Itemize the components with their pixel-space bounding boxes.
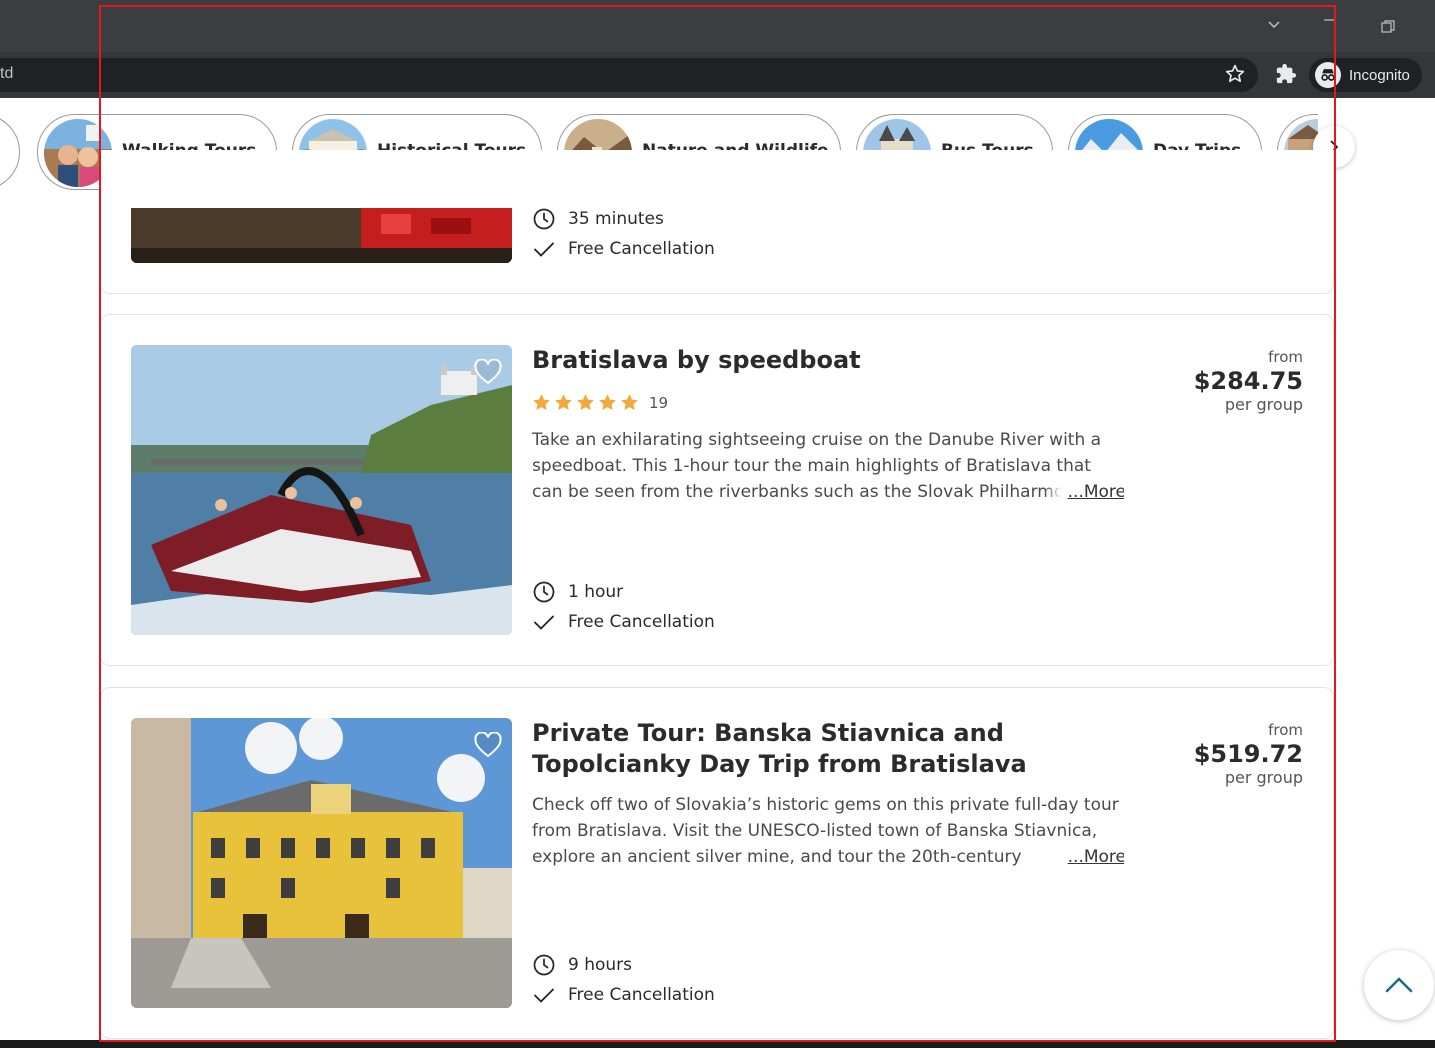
- star-rating-icon: [533, 394, 550, 411]
- clock-icon: [533, 581, 555, 603]
- price-from: from: [1268, 348, 1303, 366]
- browser-toolbar: td Incognito: [0, 52, 1435, 98]
- price-from: from: [1268, 721, 1303, 739]
- scroll-to-top-button[interactable]: [1364, 950, 1434, 1020]
- incognito-label: Incognito: [1349, 66, 1410, 84]
- price-unit: per group: [1224, 768, 1303, 787]
- heart-icon[interactable]: [474, 732, 502, 758]
- review-count[interactable]: 19: [649, 394, 668, 412]
- cancellation-row: Free Cancellation: [532, 237, 715, 261]
- minimize-icon[interactable]: [1322, 12, 1338, 32]
- taskbar: [0, 1040, 1435, 1048]
- duration-row: 9 hours: [532, 953, 632, 977]
- incognito-badge[interactable]: Incognito: [1309, 58, 1422, 92]
- tour-description: Take an exhilarating sightseeing cruise …: [532, 427, 1124, 505]
- check-icon: [534, 615, 554, 630]
- star-rating-icon: [555, 394, 572, 411]
- rating: 19: [532, 393, 668, 412]
- price-value: $284.75: [1193, 367, 1303, 395]
- incognito-icon: [1315, 62, 1341, 88]
- category-chip-partial[interactable]: [0, 114, 20, 190]
- price-unit: per group: [1224, 395, 1303, 414]
- tour-card[interactable]: Bratislava by speedboat 19 Take an exhil…: [100, 314, 1334, 666]
- browser-tab-strip: [0, 0, 1435, 52]
- tour-description: Check off two of Slovakia’s historic gem…: [532, 792, 1124, 870]
- tour-image[interactable]: [131, 345, 512, 635]
- tour-description-text: Take an exhilarating sightseeing cruise …: [532, 430, 1102, 502]
- cancellation-text: Free Cancellation: [568, 985, 715, 1005]
- cancellation-text: Free Cancellation: [568, 612, 715, 632]
- more-link[interactable]: ...More: [1043, 844, 1124, 870]
- chevron-up-icon: [1385, 977, 1413, 993]
- price-value: $519.72: [1193, 740, 1303, 768]
- more-link-text: ...More: [1067, 482, 1124, 502]
- clock-icon: [533, 954, 555, 976]
- restore-icon[interactable]: [1380, 19, 1396, 39]
- chevron-down-icon[interactable]: [1266, 16, 1282, 36]
- clock-icon: [533, 208, 555, 230]
- check-icon: [534, 242, 554, 257]
- address-bar-text: td: [0, 65, 14, 82]
- cancellation-text: Free Cancellation: [568, 239, 715, 259]
- more-link[interactable]: ...More: [1043, 479, 1124, 505]
- star-rating-icon: [599, 394, 616, 411]
- price-box: from $519.72 per group: [1194, 720, 1303, 788]
- price-box: from $284.75 per group: [1194, 347, 1303, 415]
- tour-title[interactable]: Private Tour: Banska Stiavnica and Topol…: [532, 718, 1132, 780]
- check-icon: [534, 988, 554, 1003]
- duration-text: 35 minutes: [568, 209, 664, 229]
- cancellation-row: Free Cancellation: [532, 983, 715, 1007]
- tour-image[interactable]: [131, 718, 512, 1008]
- address-bar[interactable]: td: [0, 58, 1258, 92]
- more-link-text: ...More: [1067, 847, 1124, 867]
- star-icon[interactable]: [1224, 63, 1246, 85]
- tour-card[interactable]: 35 minutes Free Cancellation: [100, 150, 1334, 294]
- duration-row: 35 minutes: [532, 207, 664, 231]
- heart-icon[interactable]: [474, 359, 502, 385]
- duration-row: 1 hour: [532, 580, 623, 604]
- cancellation-row: Free Cancellation: [532, 610, 715, 634]
- tour-image[interactable]: [131, 208, 512, 263]
- tour-description-text: Check off two of Slovakia’s historic gem…: [532, 795, 1119, 867]
- star-rating-icon: [577, 394, 594, 411]
- tour-title[interactable]: Bratislava by speedboat: [532, 345, 1132, 376]
- duration-text: 1 hour: [568, 582, 624, 602]
- star-rating-icon: [621, 394, 638, 411]
- puzzle-icon[interactable]: [1275, 63, 1297, 85]
- duration-text: 9 hours: [568, 955, 633, 975]
- tour-card[interactable]: Private Tour: Banska Stiavnica and Topol…: [100, 687, 1334, 1039]
